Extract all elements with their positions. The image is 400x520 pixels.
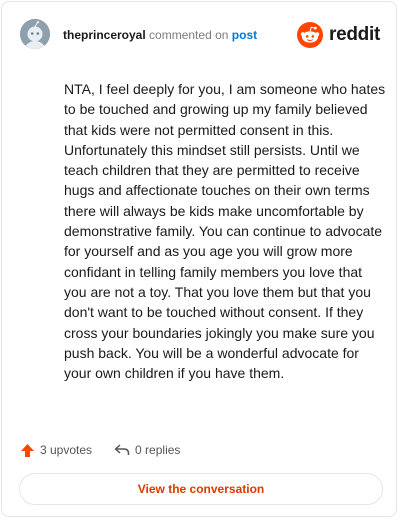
reddit-wordmark: reddit (329, 24, 380, 45)
reply-arrow-icon (114, 444, 130, 455)
comment-header: theprinceroyal commented on post reddit (20, 19, 380, 51)
reply-button[interactable]: 0 replies (114, 443, 180, 457)
avatar[interactable] (20, 19, 50, 49)
byline: theprinceroyal commented on post (63, 28, 257, 42)
upvote-count: 3 upvotes (40, 443, 93, 457)
reddit-logo[interactable]: reddit (297, 22, 380, 48)
post-link[interactable]: post (232, 28, 257, 42)
comment-actions: 3 upvotes 0 replies (20, 440, 180, 460)
view-conversation-button[interactable]: View the conversation (19, 473, 383, 505)
byline-action-text: commented on (149, 28, 229, 42)
default-avatar-icon (20, 19, 50, 49)
comment-card: theprinceroyal commented on post reddit … (1, 1, 397, 517)
reddit-snoo-icon (297, 22, 324, 48)
upvote-arrow-icon (21, 443, 34, 457)
reply-count: 0 replies (135, 443, 181, 457)
comment-body: NTA, I feel deeply for you, I am someone… (64, 81, 386, 382)
username-link[interactable]: theprinceroyal (63, 28, 146, 42)
upvote-button[interactable]: 3 upvotes (20, 443, 92, 458)
